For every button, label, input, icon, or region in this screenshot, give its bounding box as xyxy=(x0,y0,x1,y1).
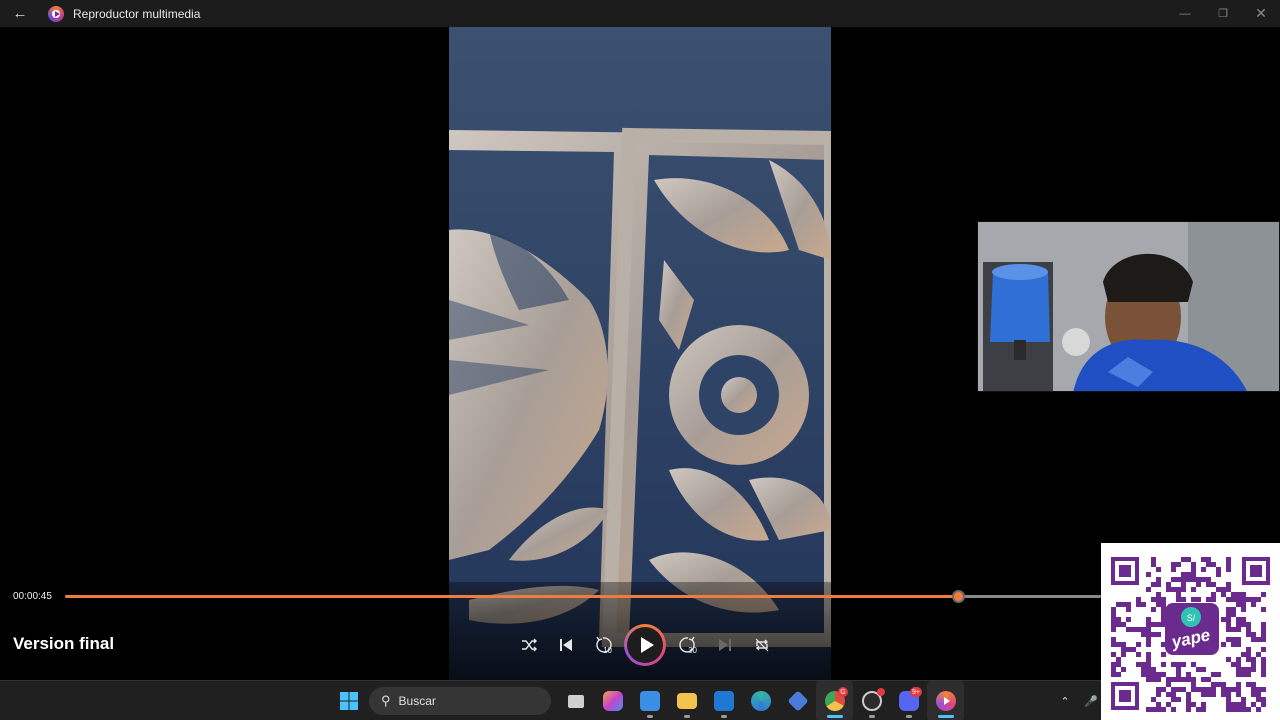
chevron-up-icon[interactable]: ⌃ xyxy=(1052,695,1078,708)
window-controls: — ❐ ✕ xyxy=(1166,0,1280,27)
qr-code-image: S/ yape xyxy=(1101,543,1280,720)
previous-icon[interactable] xyxy=(547,626,584,664)
system-tray: ⌃ 🎤 xyxy=(1052,681,1104,720)
repeat-icon[interactable] xyxy=(743,626,780,664)
current-time: 00:00:45 xyxy=(13,591,52,602)
next-icon[interactable] xyxy=(706,626,743,664)
taskbar-apps: ⚲ Buscar G 9+ xyxy=(330,681,964,720)
taskbar: ⚲ Buscar G 9+ ⌃ 🎤 xyxy=(0,680,1280,720)
seek-bar[interactable] xyxy=(65,590,1101,603)
minimize-icon[interactable]: — xyxy=(1166,0,1204,27)
chrome-icon[interactable]: G xyxy=(816,681,853,720)
webcam-overlay xyxy=(977,221,1280,392)
copilot-icon[interactable] xyxy=(594,681,631,720)
seek-thumb[interactable] xyxy=(952,590,966,603)
media-player-icon[interactable] xyxy=(927,681,964,720)
task-view-icon[interactable] xyxy=(557,681,594,720)
play-button[interactable] xyxy=(624,624,666,666)
search-placeholder: Buscar xyxy=(398,694,436,708)
qr-currency: S/ xyxy=(1187,613,1196,623)
taskbar-search[interactable]: ⚲ Buscar xyxy=(369,687,551,715)
microsoft-store-icon[interactable] xyxy=(631,681,668,720)
windows-start-icon[interactable] xyxy=(330,681,367,720)
skip-back-10-icon[interactable]: 10 xyxy=(584,626,621,664)
video-frame[interactable] xyxy=(449,0,831,680)
back-arrow-icon[interactable]: ← xyxy=(0,0,40,27)
skip-forward-label: 30 xyxy=(688,646,697,655)
seek-progress xyxy=(65,595,959,598)
restore-icon[interactable]: ❐ xyxy=(1204,0,1242,27)
file-explorer-icon[interactable] xyxy=(668,681,705,720)
obs-badge xyxy=(877,688,885,696)
search-icon: ⚲ xyxy=(381,693,391,708)
obs-icon[interactable] xyxy=(853,681,890,720)
close-icon[interactable]: ✕ xyxy=(1242,0,1280,27)
vscode-icon[interactable] xyxy=(779,681,816,720)
yape-qr-code: S/ yape xyxy=(1101,543,1280,720)
shuffle-icon[interactable] xyxy=(510,626,547,664)
discord-badge: 9+ xyxy=(910,687,922,697)
media-title: Version final xyxy=(13,634,115,653)
play-icon xyxy=(627,627,663,663)
discord-icon[interactable]: 9+ xyxy=(890,681,927,720)
title-bar: ← Reproductor multimedia — ❐ ✕ xyxy=(0,0,1280,27)
skip-forward-30-icon[interactable]: 30 xyxy=(669,626,706,664)
window-title: Reproductor multimedia xyxy=(73,6,201,21)
playback-controls: 10 30 xyxy=(510,624,780,666)
webcam-image xyxy=(978,222,1279,391)
media-player-app-icon xyxy=(48,5,64,22)
video-content-image xyxy=(449,0,831,680)
chrome-badge: G xyxy=(838,687,848,697)
outlook-icon[interactable] xyxy=(705,681,742,720)
edge-icon[interactable] xyxy=(742,681,779,720)
skip-back-label: 10 xyxy=(603,646,612,655)
